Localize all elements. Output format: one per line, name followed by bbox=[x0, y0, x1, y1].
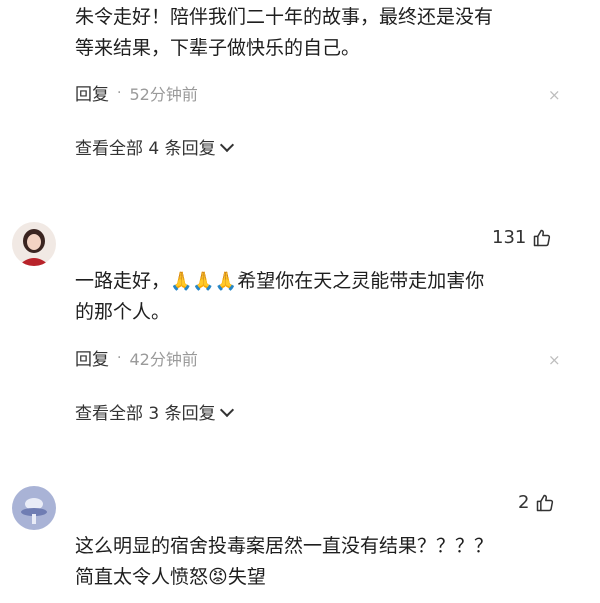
reply-button[interactable]: 回复 bbox=[75, 345, 109, 370]
praying-hands-icon: 🙏🙏🙏 bbox=[170, 271, 238, 292]
separator-dot: · bbox=[117, 84, 122, 101]
close-icon[interactable]: × bbox=[548, 86, 561, 104]
comment-1-text: 朱令走好！陪伴我们二十年的故事，最终还是没有 等来结果，下辈子做快乐的自己。 bbox=[75, 6, 494, 59]
avatar[interactable] bbox=[12, 222, 56, 266]
comment-3-text: 这么明显的宿舍投毒案居然一直没有结果？？？？ 简直太令人愤怒😡失望 bbox=[75, 535, 494, 588]
thumbs-up-icon bbox=[537, 494, 554, 511]
like-button[interactable]: 131 bbox=[492, 227, 552, 248]
chevron-down-icon bbox=[219, 137, 234, 153]
view-all-replies-button[interactable]: 查看全部 3 条回复 bbox=[75, 399, 234, 424]
like-button[interactable]: 2 bbox=[518, 492, 555, 513]
chevron-down-icon bbox=[219, 402, 234, 418]
comment-timestamp: 42分钟前 bbox=[129, 349, 198, 369]
comment-2-text: 一路走好，🙏🙏🙏希望你在天之灵能带走加害你 的那个人。 bbox=[75, 270, 485, 323]
view-all-replies-button[interactable]: 查看全部 4 条回复 bbox=[75, 134, 234, 159]
avatar[interactable] bbox=[12, 486, 56, 530]
separator-dot: · bbox=[117, 349, 122, 366]
thumbs-up-icon bbox=[534, 229, 551, 246]
comment-timestamp: 52分钟前 bbox=[129, 84, 198, 104]
close-icon[interactable]: × bbox=[548, 351, 561, 369]
like-count: 131 bbox=[492, 227, 527, 248]
like-count: 2 bbox=[518, 492, 530, 513]
reply-button[interactable]: 回复 bbox=[75, 80, 109, 105]
angry-face-icon: 😡 bbox=[208, 566, 228, 588]
